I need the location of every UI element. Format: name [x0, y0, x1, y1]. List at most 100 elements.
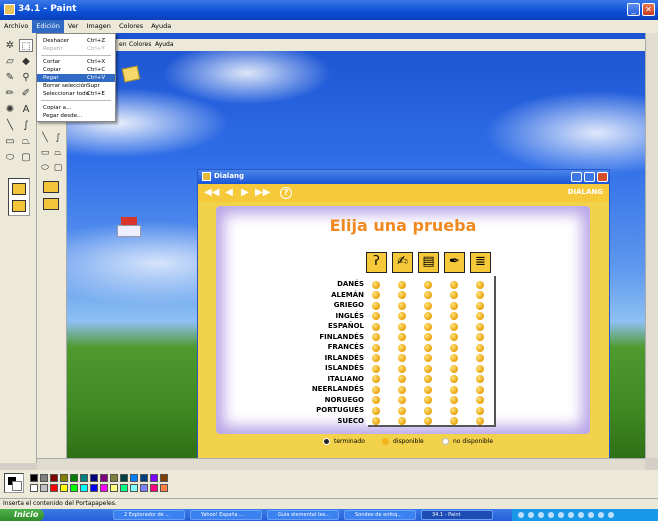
test-available-dot[interactable] [372, 333, 380, 341]
structures-skill-icon[interactable]: ≣ [470, 252, 491, 273]
test-available-dot[interactable] [476, 301, 484, 310]
polygon-icon[interactable]: ⏢ [19, 135, 33, 148]
tray-icon[interactable] [538, 512, 544, 518]
test-available-dot[interactable] [372, 291, 380, 299]
test-available-dot[interactable] [424, 291, 432, 299]
palette-swatch[interactable] [60, 474, 68, 482]
tray-icon[interactable] [528, 512, 534, 518]
free-select-icon[interactable]: ✲ [3, 39, 17, 52]
test-available-dot[interactable] [450, 280, 458, 289]
test-available-dot[interactable] [424, 375, 432, 383]
tray-icon[interactable] [518, 512, 524, 518]
test-available-dot[interactable] [424, 343, 432, 352]
text-icon[interactable]: A [19, 103, 33, 116]
tray-icon[interactable] [568, 512, 574, 518]
menu-item-copy-to[interactable]: Copiar a... [37, 104, 115, 112]
test-available-dot[interactable] [398, 417, 406, 425]
tray-icon[interactable] [578, 512, 584, 518]
test-available-dot[interactable] [450, 375, 458, 383]
palette-swatch[interactable] [70, 484, 78, 492]
dialang-maximize-button[interactable] [584, 172, 595, 182]
menu-edicion[interactable]: Edición [32, 20, 64, 33]
minimize-button[interactable]: _ [627, 3, 640, 16]
test-available-dot[interactable] [450, 396, 458, 404]
menu-item-cut[interactable]: Cortar Ctrl+X [37, 58, 115, 66]
close-button[interactable]: ✕ [642, 3, 655, 16]
test-available-dot[interactable] [476, 396, 484, 404]
ellipse-icon[interactable]: ⬭ [3, 151, 17, 164]
test-available-dot[interactable] [398, 333, 406, 341]
palette-swatch[interactable] [60, 484, 68, 492]
test-available-dot[interactable] [476, 406, 484, 415]
test-available-dot[interactable] [450, 406, 458, 415]
test-available-dot[interactable] [372, 406, 380, 415]
test-available-dot[interactable] [398, 375, 406, 383]
test-available-dot[interactable] [372, 312, 380, 320]
test-available-dot[interactable] [372, 343, 380, 352]
rounded-rect-icon[interactable]: ▢ [19, 151, 33, 164]
test-available-dot[interactable] [424, 396, 432, 404]
dialang-minimize-button[interactable] [571, 172, 582, 182]
palette-swatch[interactable] [120, 474, 128, 482]
test-available-dot[interactable] [372, 280, 380, 289]
test-available-dot[interactable] [476, 312, 484, 320]
test-available-dot[interactable] [424, 406, 432, 415]
tool-options-box[interactable] [8, 178, 30, 216]
reading-skill-icon[interactable]: ▤ [418, 252, 439, 273]
task-yahoo[interactable]: Yahoo! España ... [190, 510, 262, 520]
test-available-dot[interactable] [476, 417, 484, 425]
test-available-dot[interactable] [476, 291, 484, 299]
palette-swatch[interactable] [30, 484, 38, 492]
palette-swatch[interactable] [80, 484, 88, 492]
test-available-dot[interactable] [476, 385, 484, 394]
test-available-dot[interactable] [424, 280, 432, 289]
vertical-scrollbar[interactable] [645, 33, 658, 458]
magnifier-icon[interactable]: ⚲ [19, 71, 33, 84]
test-available-dot[interactable] [398, 280, 406, 289]
palette-swatch[interactable] [140, 474, 148, 482]
menu-item-paste[interactable]: Pegar Ctrl+V [37, 74, 115, 82]
test-available-dot[interactable] [476, 280, 484, 289]
palette-swatch[interactable] [130, 484, 138, 492]
fill-icon[interactable]: ◆ [19, 55, 33, 68]
menu-colores[interactable]: Colores [115, 20, 147, 33]
menu-item-paste-from[interactable]: Pegar desde... [37, 112, 115, 120]
palette-swatch[interactable] [130, 474, 138, 482]
tray-icon[interactable] [548, 512, 554, 518]
palette-swatch[interactable] [40, 474, 48, 482]
test-available-dot[interactable] [424, 322, 432, 331]
line-icon[interactable]: ╲ [3, 119, 17, 132]
test-available-dot[interactable] [476, 364, 484, 373]
test-available-dot[interactable] [450, 301, 458, 310]
tray-icon[interactable] [608, 512, 614, 518]
horizontal-scrollbar[interactable] [37, 458, 645, 470]
test-available-dot[interactable] [398, 291, 406, 299]
menu-archivo[interactable]: Archivo [0, 20, 32, 33]
palette-swatch[interactable] [150, 474, 158, 482]
menu-item-undo[interactable]: Deshacer Ctrl+Z [37, 37, 115, 45]
palette-swatch[interactable] [90, 484, 98, 492]
eraser-icon[interactable]: ▱ [3, 55, 17, 68]
test-available-dot[interactable] [450, 417, 458, 425]
palette-swatch[interactable] [90, 474, 98, 482]
menu-item-select-all[interactable]: Seleccionar todo Ctrl+E [37, 90, 115, 98]
test-available-dot[interactable] [476, 333, 484, 341]
test-available-dot[interactable] [424, 301, 432, 310]
task-paint[interactable]: 34.1 - Paint [421, 510, 493, 520]
listening-skill-icon[interactable]: ʔ [366, 252, 387, 273]
color-picker-icon[interactable]: ✎ [3, 71, 17, 84]
test-available-dot[interactable] [372, 417, 380, 425]
test-available-dot[interactable] [450, 364, 458, 373]
test-available-dot[interactable] [476, 322, 484, 331]
test-available-dot[interactable] [372, 385, 380, 394]
test-available-dot[interactable] [450, 312, 458, 320]
palette-swatch[interactable] [120, 484, 128, 492]
test-available-dot[interactable] [476, 343, 484, 352]
test-available-dot[interactable] [398, 312, 406, 320]
opaque-option-icon[interactable] [12, 183, 26, 195]
forward-icon[interactable]: ▶ [239, 187, 251, 199]
test-available-dot[interactable] [476, 375, 484, 383]
test-available-dot[interactable] [398, 301, 406, 310]
palette-swatch[interactable] [150, 484, 158, 492]
writing-skill-icon[interactable]: ✍ [392, 252, 413, 273]
